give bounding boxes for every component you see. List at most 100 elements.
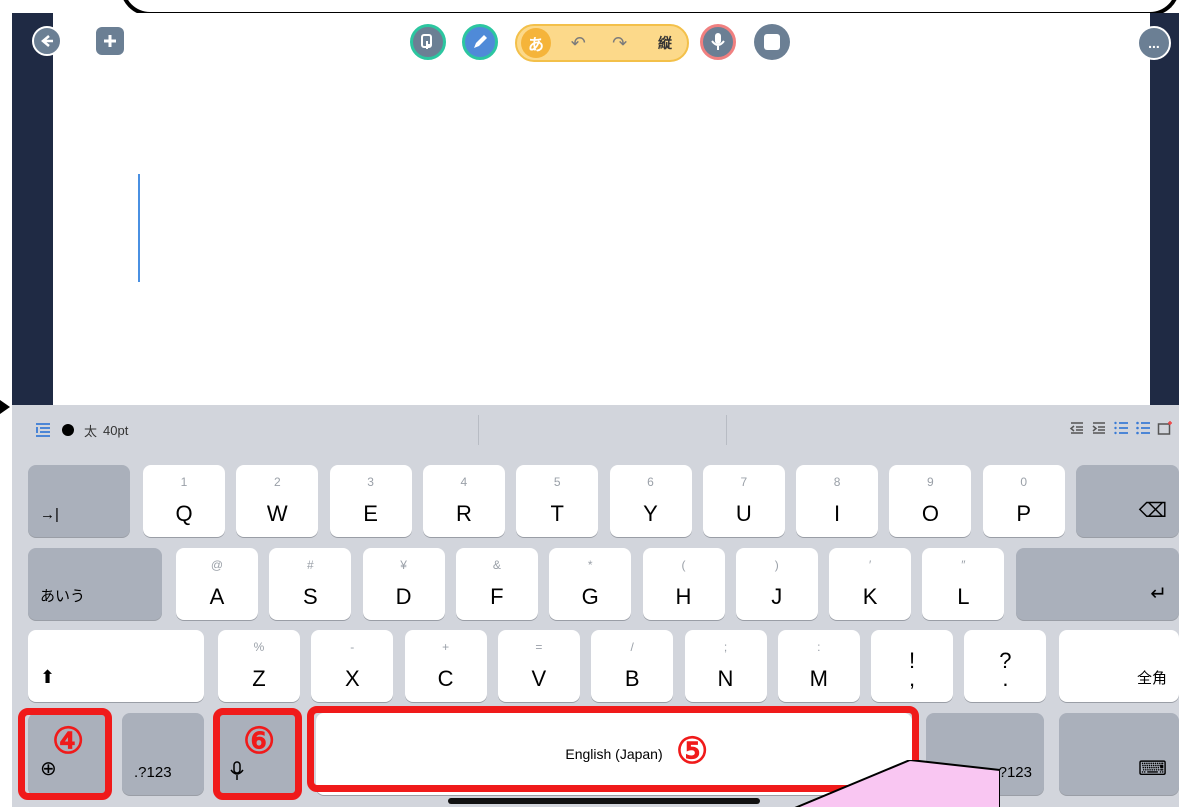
key-label: I	[834, 501, 841, 526]
plus-icon	[104, 35, 116, 47]
letter-key[interactable]: :M	[777, 630, 860, 702]
letter-key[interactable]: (H	[642, 548, 725, 620]
numbered-list-icon[interactable]	[1113, 419, 1129, 437]
letter-key[interactable]: @ A	[176, 548, 258, 620]
hand-pointer-icon	[421, 34, 432, 49]
voice-input-button[interactable]	[700, 24, 736, 60]
letter-key[interactable]: 7U	[702, 465, 785, 537]
letter-key[interactable]: ¥ D	[362, 548, 445, 620]
text-color-dot[interactable]	[62, 424, 74, 436]
font-size-label[interactable]: 40pt	[103, 423, 128, 438]
speech-bubble-note	[794, 760, 1000, 807]
letter-key[interactable]: 6Y	[609, 465, 692, 537]
letter-key[interactable]: ; N	[684, 630, 767, 702]
letter-key[interactable]: ! ,	[871, 630, 954, 702]
letter-key[interactable]: -X	[311, 630, 394, 702]
hide-keyboard-key[interactable]: ⌨	[1059, 713, 1179, 795]
key-hint-label: 2	[273, 475, 281, 489]
pen-tool-button[interactable]	[462, 24, 498, 60]
input-mode-button[interactable]: あ	[521, 28, 551, 58]
key-hint-label: #	[306, 558, 314, 572]
zenkaku-key[interactable]: 全角	[1059, 630, 1179, 702]
letter-key[interactable]: 8I	[796, 465, 879, 537]
key-label: ? .	[999, 648, 1012, 691]
home-indicator	[448, 798, 760, 804]
more-menu-button[interactable]: ...	[1137, 26, 1171, 60]
insert-box-icon[interactable]	[1157, 419, 1173, 437]
writing-canvas[interactable]	[53, 13, 1150, 405]
key-hint-label: (	[681, 558, 686, 572]
marker-six: ⑥	[243, 720, 276, 761]
key-label: E	[363, 501, 378, 526]
outdent-icon[interactable]	[1069, 419, 1085, 437]
kana-key[interactable]: あいう	[28, 548, 162, 620]
letter-key[interactable]: ? .	[964, 630, 1047, 702]
key-hint-label: 8	[833, 475, 841, 489]
letter-key[interactable]: 3E	[329, 465, 412, 537]
key-hint-label: 7	[740, 475, 748, 489]
numbers-key-left[interactable]: .?123	[122, 713, 204, 795]
key-label: T	[550, 501, 564, 526]
key-hint-label: 9	[927, 475, 934, 489]
microphone-icon	[711, 33, 725, 50]
key-label: D	[395, 584, 412, 609]
redo-icon[interactable]: ↷	[606, 33, 634, 54]
key-label: G	[581, 584, 599, 609]
key-label: R	[455, 501, 472, 526]
letter-key[interactable]: ) J	[735, 548, 818, 620]
letter-key[interactable]: * G	[549, 548, 632, 620]
letter-key[interactable]: ″ L	[922, 548, 1005, 620]
key-hint-label: :	[817, 640, 821, 654]
key-label: O	[921, 501, 939, 526]
key-label: J	[771, 584, 783, 609]
key-label: X	[344, 666, 360, 691]
key-hint-label: %	[253, 640, 265, 654]
letter-key[interactable]: 4R	[422, 465, 505, 537]
key-hint-label: /	[630, 640, 634, 654]
key-label: W	[266, 501, 288, 526]
key-label: B	[624, 666, 640, 691]
key-hint-label: 6	[647, 475, 654, 489]
bold-weight-label[interactable]: 太	[84, 421, 97, 440]
text-input-group: あ ↶ ↷ 縦	[515, 24, 689, 62]
key-label: A	[209, 584, 225, 609]
undo-icon[interactable]: ↶	[564, 33, 592, 54]
toolbar-divider	[726, 415, 727, 445]
letter-key[interactable]: + C	[404, 630, 487, 702]
key-hint-label: 5	[553, 475, 561, 489]
letter-key[interactable]: 9O	[889, 465, 972, 537]
line-spacing-icon[interactable]	[34, 421, 52, 439]
key-label: Q	[175, 501, 193, 526]
stop-button[interactable]	[754, 24, 790, 60]
toolbar-divider	[478, 415, 479, 445]
letter-key[interactable]: / B	[591, 630, 674, 702]
letter-key[interactable]: & F	[455, 548, 538, 620]
letter-key[interactable]: = V	[497, 630, 580, 702]
tab-key[interactable]: →|	[28, 465, 130, 537]
letter-key[interactable]: 5T	[516, 465, 599, 537]
indent-icon[interactable]	[1091, 419, 1107, 437]
key-hint-label: 1	[180, 475, 188, 489]
letter-key[interactable]: 2W	[236, 465, 319, 537]
app-area	[12, 13, 1179, 405]
bullet-list-icon[interactable]	[1135, 419, 1151, 437]
letter-key[interactable]: 1Q	[143, 465, 225, 537]
key-label: H	[675, 584, 692, 609]
key-hint-label: -	[350, 640, 355, 654]
key-label: L	[957, 584, 970, 609]
key-label: S	[302, 584, 318, 609]
back-button[interactable]	[32, 26, 62, 56]
letter-key[interactable]: % Z	[218, 630, 300, 702]
arrow-left-icon	[41, 35, 53, 47]
vertical-writing-button[interactable]: 縦	[647, 33, 683, 53]
letter-key[interactable]: 0P	[982, 465, 1065, 537]
shift-key[interactable]: ⬆	[28, 630, 204, 702]
letter-key[interactable]: # S	[269, 548, 352, 620]
delete-key[interactable]: ⌫	[1076, 465, 1179, 537]
hand-tool-button[interactable]	[410, 24, 446, 60]
marker-four: ④	[52, 720, 85, 761]
add-button[interactable]	[96, 27, 124, 55]
return-key[interactable]: ↵	[1016, 548, 1179, 620]
letter-key[interactable]: ′ K	[829, 548, 912, 620]
keyboard-format-bar: 太 40pt	[12, 405, 1179, 455]
